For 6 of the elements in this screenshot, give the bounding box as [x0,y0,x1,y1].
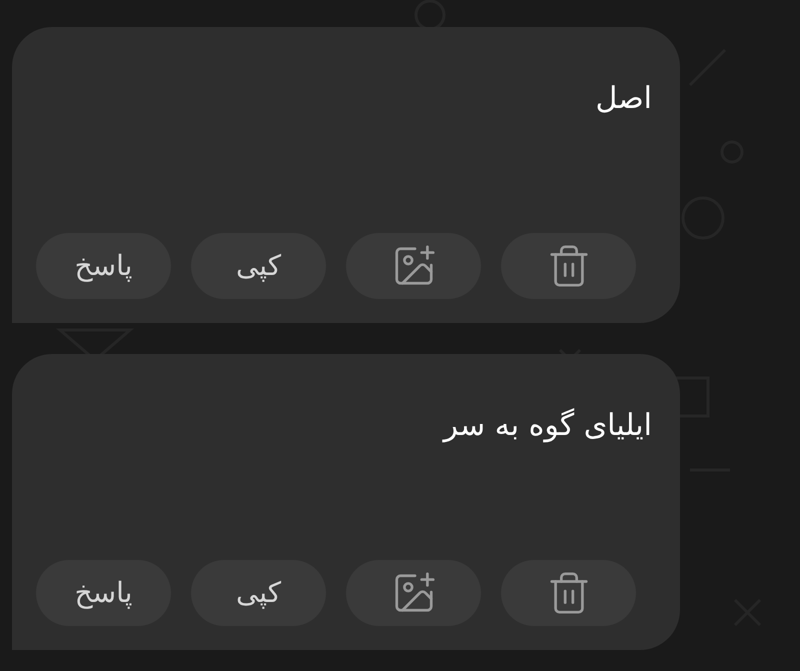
message-text: ایلیای گوه به سر [441,407,652,445]
message-text: اصل [594,80,652,118]
action-button[interactable]: پاسخ [36,233,171,299]
action-button[interactable]: کپی [191,233,326,299]
action-button[interactable]: پاسخ [36,560,171,626]
action-button[interactable]: کپی [191,560,326,626]
